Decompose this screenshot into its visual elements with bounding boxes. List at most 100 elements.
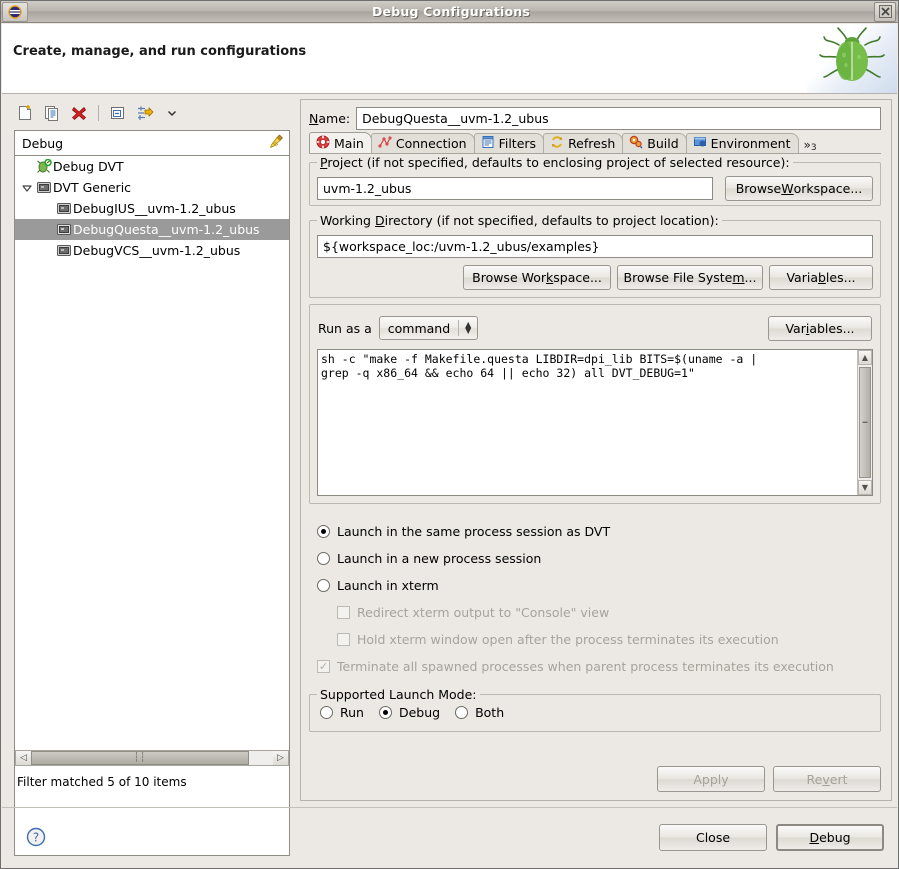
red-x-delete-icon[interactable] [68, 102, 90, 124]
connection-nodes-icon [378, 135, 392, 152]
scroll-left-icon[interactable]: ◁ [16, 751, 31, 765]
search-input[interactable]: Debug [14, 130, 290, 156]
radio-launch-xterm[interactable]: Launch in xterm [317, 572, 877, 599]
main-target-icon [316, 135, 330, 152]
command-variables-button[interactable]: Variables... [768, 316, 872, 341]
scroll-right-icon[interactable]: ▷ [273, 751, 288, 765]
toolbar-separator [98, 105, 99, 121]
radio-launch-mode-run[interactable]: Run [320, 705, 364, 720]
command-textarea[interactable]: sh -c "make -f Makefile.questa LIBDIR=dp… [317, 349, 873, 496]
tab-filters[interactable]: Filters [474, 133, 544, 153]
radio-launch-new-process[interactable]: Launch in a new process session [317, 545, 877, 572]
monitor-icon [55, 243, 73, 259]
tab-label: Filters [499, 136, 536, 151]
project-input-value: uvm-1.2_ubus [323, 181, 411, 196]
footer-separator [2, 807, 897, 808]
monitor-icon [55, 201, 73, 217]
tree-item-debugius[interactable]: DebugIUS__uvm-1.2_ubus [15, 198, 289, 219]
radio-indicator [317, 525, 330, 538]
option-label: Launch in xterm [337, 578, 439, 593]
radio-launch-same-process[interactable]: Launch in the same process session as DV… [317, 518, 877, 545]
tree-item-label: DVT Generic [53, 180, 131, 195]
collapse-all-icon[interactable] [107, 102, 129, 124]
broom-clear-icon[interactable] [268, 133, 285, 153]
tab-overflow-button[interactable]: » 3 [804, 138, 817, 153]
chevron-down-icon[interactable] [161, 102, 183, 124]
scrollbar-track[interactable]: ━ [858, 365, 872, 480]
configuration-name-row: Name: DebugQuesta__uvm-1.2_ubus [309, 106, 881, 130]
option-label: Both [475, 705, 504, 720]
apply-button[interactable]: Apply [657, 766, 765, 792]
radio-launch-mode-debug[interactable]: Debug [379, 705, 440, 720]
scrollbar-thumb[interactable]: ━ [859, 367, 871, 478]
command-vertical-scrollbar[interactable]: ▲ ━ ▼ [857, 350, 872, 495]
name-label: Name: [309, 111, 350, 126]
monitor-icon [55, 222, 73, 238]
close-button[interactable]: Close [659, 824, 767, 851]
tree-item-label: Debug DVT [53, 159, 124, 174]
workdir-browse-file-system-button[interactable]: Browse File System... [617, 265, 763, 290]
workdir-browse-workspace-button[interactable]: Browse Workspace... [463, 265, 611, 290]
tab-overflow-count: 3 [811, 143, 817, 153]
tree-item-debug-dvt[interactable]: Debug DVT [15, 156, 289, 177]
run-as-label: Run as a [318, 321, 372, 336]
working-directory-input[interactable]: ${workspace_loc:/uvm-1.2_ubus/examples} [317, 235, 873, 258]
filter-arrow-icon[interactable] [134, 102, 156, 124]
scrollbar-thumb[interactable]: ┆┆ [31, 751, 249, 765]
radio-indicator [455, 706, 468, 719]
checkbox-redirect-xterm-output: Redirect xterm output to "Console" view [317, 599, 877, 626]
green-bug-icon [807, 24, 897, 93]
radio-indicator [320, 706, 333, 719]
expand-collapse-twisty-icon[interactable] [19, 183, 35, 193]
configuration-tabs: Main Connection [309, 133, 881, 154]
project-input[interactable]: uvm-1.2_ubus [317, 177, 713, 200]
working-directory-group-title: Working Directory (if not specified, def… [317, 213, 722, 228]
tab-main[interactable]: Main [309, 132, 372, 153]
tab-label: Build [647, 136, 678, 151]
radio-launch-mode-both[interactable]: Both [455, 705, 504, 720]
scroll-down-icon[interactable]: ▼ [858, 480, 872, 495]
name-input[interactable]: DebugQuesta__uvm-1.2_ubus [356, 107, 881, 130]
option-label: Hold xterm window open after the process… [357, 632, 779, 647]
option-label: Redirect xterm output to "Console" view [357, 605, 609, 620]
tab-refresh[interactable]: Refresh [543, 133, 623, 153]
page-title: Create, manage, and run configurations [13, 44, 306, 59]
tab-connection[interactable]: Connection [371, 133, 475, 153]
option-label: Debug [399, 705, 440, 720]
launch-configurations-panel: Debug [9, 99, 295, 801]
dialog-banner: Create, manage, and run configurations [2, 24, 897, 94]
search-input-value: Debug [22, 136, 268, 151]
window-titlebar: Debug Configurations [1, 1, 898, 23]
revert-button[interactable]: Revert [773, 766, 881, 792]
window-menu-icon[interactable] [2, 2, 28, 22]
configuration-editor-panel: Name: DebugQuesta__uvm-1.2_ubus Main [300, 99, 892, 801]
radio-indicator [379, 706, 392, 719]
option-label: Terminate all spawned processes when par… [337, 659, 834, 674]
help-question-icon[interactable]: ? [26, 827, 46, 850]
run-as-select[interactable]: command ▲▼ [379, 316, 478, 340]
working-directory-group: Working Directory (if not specified, def… [309, 220, 881, 298]
radio-indicator [317, 552, 330, 565]
close-icon[interactable] [874, 2, 896, 22]
workdir-variables-button[interactable]: Variables... [769, 265, 873, 290]
tree-item-label: DebugIUS__uvm-1.2_ubus [73, 201, 236, 216]
project-browse-workspace-button[interactable]: Browse Workspace... [725, 176, 873, 201]
tree-item-debugquesta[interactable]: DebugQuesta__uvm-1.2_ubus [15, 219, 289, 240]
option-label: Launch in the same process session as DV… [337, 524, 610, 539]
tab-build[interactable]: Build [622, 133, 686, 153]
copy-pages-icon[interactable] [41, 102, 63, 124]
tree-horizontal-scrollbar[interactable]: ◁ ┆┆ ▷ [15, 750, 289, 766]
supported-launch-mode-group: Supported Launch Mode: Run Debug Both [309, 694, 881, 732]
tab-environment[interactable]: Environment [686, 133, 799, 153]
scroll-up-icon[interactable]: ▲ [858, 350, 872, 365]
tree-item-debugvcs[interactable]: DebugVCS__uvm-1.2_ubus [15, 240, 289, 261]
checkbox-indicator [337, 633, 350, 646]
filters-document-icon [481, 135, 495, 152]
new-document-icon[interactable] [14, 102, 36, 124]
tree-item-dvt-generic[interactable]: DVT Generic [15, 177, 289, 198]
debug-button[interactable]: Debug [776, 824, 884, 851]
checkbox-indicator: ✓ [317, 660, 330, 673]
working-directory-value: ${workspace_loc:/uvm-1.2_ubus/examples} [323, 239, 599, 254]
tree-item-label: DebugQuesta__uvm-1.2_ubus [73, 222, 260, 237]
monitor-icon [35, 180, 53, 196]
